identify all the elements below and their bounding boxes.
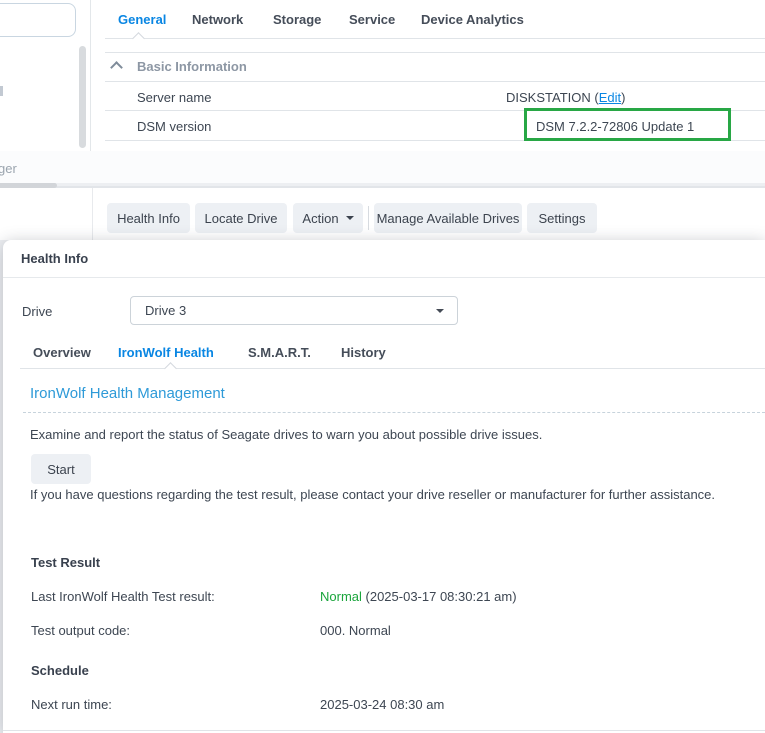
row-divider [105,110,765,111]
ironwolf-heading: IronWolf Health Management [30,385,225,402]
start-button[interactable]: Start [31,454,91,484]
storage-manager-sidebar-divider [92,188,93,240]
tab-general[interactable]: General [118,11,166,29]
action-dropdown-button[interactable]: Action [293,203,363,233]
next-run-time-value: 2025-03-24 08:30 am [320,697,444,712]
sidebar-divider [90,0,91,151]
schedule-heading: Schedule [31,663,89,678]
tab-network[interactable]: Network [192,11,243,29]
tab-service[interactable]: Service [349,11,395,29]
section-top-divider [105,52,765,53]
tab-history[interactable]: History [341,345,386,361]
storage-manager-window-title-fragment: ger [0,161,17,176]
collapse-chevron-icon[interactable] [112,63,121,72]
caret-down-icon [436,309,444,313]
sidebar-item-fragment [0,86,3,96]
tab-underline [105,38,765,39]
server-name-label: Server name [137,90,211,105]
section-title[interactable]: Basic Information [137,59,247,74]
tab-overview[interactable]: Overview [33,345,91,361]
dialog-title: Health Info [21,240,88,278]
last-test-result-value: Normal (2025-03-17 08:30:21 am) [320,589,517,604]
dashed-divider [23,412,765,413]
row-divider [105,140,765,141]
row-divider [105,81,765,82]
active-tab-notch-icon [164,362,177,375]
drive-select-value: Drive 3 [145,297,186,324]
edit-link[interactable]: Edit [599,90,621,105]
dialog-tab-underline [20,368,765,369]
sidebar-scrollbar-thumb[interactable] [79,46,86,148]
server-name-value: DISKSTATION (Edit) [506,90,625,105]
storage-manager-window: Health Info Locate Drive Action Manage A… [0,183,765,240]
tab-device-analytics[interactable]: Device Analytics [421,11,524,29]
health-info-dialog: Health Info Drive Drive 3 Overview IronW… [3,240,765,733]
health-info-button[interactable]: Health Info [107,203,190,233]
tab-storage[interactable]: Storage [273,11,321,29]
control-panel-window: General Network Storage Service Device A… [0,0,765,151]
status-timestamp: (2025-03-17 08:30:21 am) [362,589,517,604]
desktop-gap [0,151,765,183]
note-text: If you have questions regarding the test… [30,482,760,507]
drive-label: Drive [22,304,52,319]
dsm-version-label: DSM version [137,119,211,134]
manage-available-drives-button[interactable]: Manage Available Drives [374,203,522,233]
toolbar-separator [368,206,369,230]
dialog-bottom-divider [3,730,765,731]
last-test-result-label: Last IronWolf Health Test result: [31,589,215,604]
status-normal: Normal [320,589,362,604]
dialog-header: Health Info [3,240,765,278]
tab-smart[interactable]: S.M.A.R.T. [248,345,311,361]
description-text: Examine and report the status of Seagate… [30,422,542,447]
caret-down-icon [346,216,354,220]
test-output-code-label: Test output code: [31,623,130,638]
test-result-heading: Test Result [31,555,100,570]
next-run-time-label: Next run time: [31,697,112,712]
tab-ironwolf-health[interactable]: IronWolf Health [118,345,214,361]
settings-button[interactable]: Settings [527,203,597,233]
dsm-version-value: DSM 7.2.2-72806 Update 1 [536,119,694,134]
active-tab-notch-icon [132,32,145,45]
locate-drive-button[interactable]: Locate Drive [195,203,287,233]
search-input[interactable] [0,3,76,37]
drive-select[interactable]: Drive 3 [130,296,458,325]
test-output-code-value: 000. Normal [320,623,391,638]
